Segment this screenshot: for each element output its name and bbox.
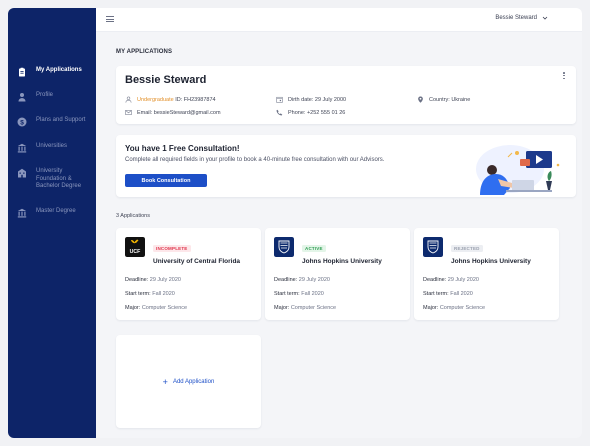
profile-phone: Phone: +252 555 01 26 — [276, 109, 345, 116]
ucf-logo: UCF — [125, 237, 145, 257]
application-card[interactable]: UCF INCOMPLETE University of Central Flo… — [116, 228, 261, 320]
building-icon — [18, 168, 26, 178]
user-name: Bessie Steward — [495, 15, 537, 21]
sidebar-item-label: Plans and Support — [36, 117, 86, 123]
consultation-card: You have 1 Free Consultation! Complete a… — [116, 135, 576, 197]
profile-name: Bessie Steward — [125, 74, 207, 86]
calendar-icon — [276, 96, 283, 103]
topbar: Bessie Steward — [96, 8, 582, 32]
application-card[interactable]: ACTIVE Johns Hopkins University Deadline… — [265, 228, 410, 320]
application-start-term: Start term: Fall 2020 — [274, 291, 324, 297]
sidebar-item-my-applications[interactable]: My Applications — [8, 67, 96, 77]
consultation-title: You have 1 Free Consultation! — [125, 144, 240, 153]
university-icon — [17, 208, 27, 218]
status-badge: ACTIVE — [302, 245, 326, 252]
sidebar-item-master-degree[interactable]: Master Degree — [8, 208, 96, 218]
application-major: Major: Computer Science — [125, 305, 188, 311]
applications-count: 3 Applications — [116, 213, 150, 219]
application-deadline: Deadline: 29 July 2020 — [274, 277, 330, 283]
add-application-button[interactable]: + Add Application — [116, 335, 261, 428]
hamburger-menu-icon[interactable] — [106, 16, 114, 22]
sidebar-item-plans-and-support[interactable]: $ Plans and Support — [8, 117, 96, 127]
clipboard-icon — [19, 67, 25, 77]
application-major: Major: Computer Science — [274, 305, 337, 311]
location-pin-icon — [418, 96, 423, 103]
application-header: UCF INCOMPLETE University of Central Flo… — [125, 237, 240, 265]
sidebar-item-label: Profile — [36, 92, 54, 98]
svg-text:$: $ — [20, 119, 24, 126]
application-deadline: Deadline: 29 July 2020 — [125, 277, 181, 283]
status-badge: INCOMPLETE — [153, 245, 191, 252]
consultation-text: Complete all required fields in your pro… — [125, 157, 385, 163]
phone-icon — [276, 109, 283, 116]
sidebar-item-label: Universities — [36, 143, 68, 149]
consultation-illustration — [476, 145, 560, 195]
add-application-content: + Add Application — [163, 377, 215, 387]
sidebar-item-profile[interactable]: Profile — [8, 92, 96, 102]
university-icon — [17, 143, 27, 153]
university-name: University of Central Florida — [153, 258, 241, 265]
application-header: ACTIVE Johns Hopkins University — [274, 237, 382, 265]
application-deadline: Deadline: 29 July 2020 — [423, 277, 479, 283]
app-window: My Applications Profile $ Plans and Supp… — [8, 8, 582, 438]
page-title: MY APPLICATIONS — [116, 49, 173, 55]
application-major: Major: Computer Science — [423, 305, 486, 311]
ucf-logo-text: UCF — [130, 249, 141, 255]
sidebar: My Applications Profile $ Plans and Supp… — [8, 8, 96, 438]
book-consultation-button[interactable]: Book Consultation — [125, 174, 207, 187]
jhu-shield-logo — [274, 237, 294, 257]
application-header: REJECTED Johns Hopkins University — [423, 237, 531, 265]
profile-id: ID: FH23987874 — [175, 96, 216, 103]
application-card[interactable]: REJECTED Johns Hopkins University Deadli… — [414, 228, 559, 320]
sidebar-item-label: My Applications — [36, 67, 82, 73]
add-application-label: Add Application — [172, 378, 215, 385]
user-menu[interactable]: Bessie Steward — [495, 15, 548, 21]
profile-country: Country: Ukraine — [417, 96, 470, 103]
application-start-term: Start term: Fall 2020 — [125, 291, 175, 297]
profile-level: Undergraduate — [137, 96, 174, 103]
profile-card: Bessie Steward Undergraduate ID: FH23987… — [116, 66, 576, 124]
profile-level-id: Undergraduate ID: FH23987874 — [125, 96, 216, 103]
mail-icon — [125, 110, 132, 115]
application-start-term: Start term: Fall 2020 — [423, 291, 473, 297]
sidebar-item-universities[interactable]: Universities — [8, 143, 96, 153]
profile-email: Email: bessieSteward@gmail.com — [125, 109, 221, 116]
more-options-icon[interactable] — [563, 72, 566, 81]
sidebar-item-label: Master Degree — [36, 208, 76, 214]
main-content: MY APPLICATIONS Bessie Steward Undergrad… — [96, 32, 582, 438]
person-outline-icon — [125, 96, 132, 103]
jhu-shield-logo — [423, 237, 443, 257]
plus-icon: + — [162, 376, 168, 387]
profile-birth-date: Dirth date: 29 July 2000 — [276, 96, 346, 103]
dollar-icon: $ — [17, 117, 27, 127]
university-name: Johns Hopkins University — [302, 258, 382, 265]
sidebar-item-label: University Foundation & Bachelor Degree — [36, 168, 82, 189]
university-name: Johns Hopkins University — [451, 258, 531, 265]
chevron-down-icon — [542, 16, 548, 20]
person-icon — [18, 93, 26, 102]
status-badge: REJECTED — [451, 245, 483, 252]
sidebar-item-university-foundation[interactable]: University Foundation & Bachelor Degree — [8, 168, 96, 191]
